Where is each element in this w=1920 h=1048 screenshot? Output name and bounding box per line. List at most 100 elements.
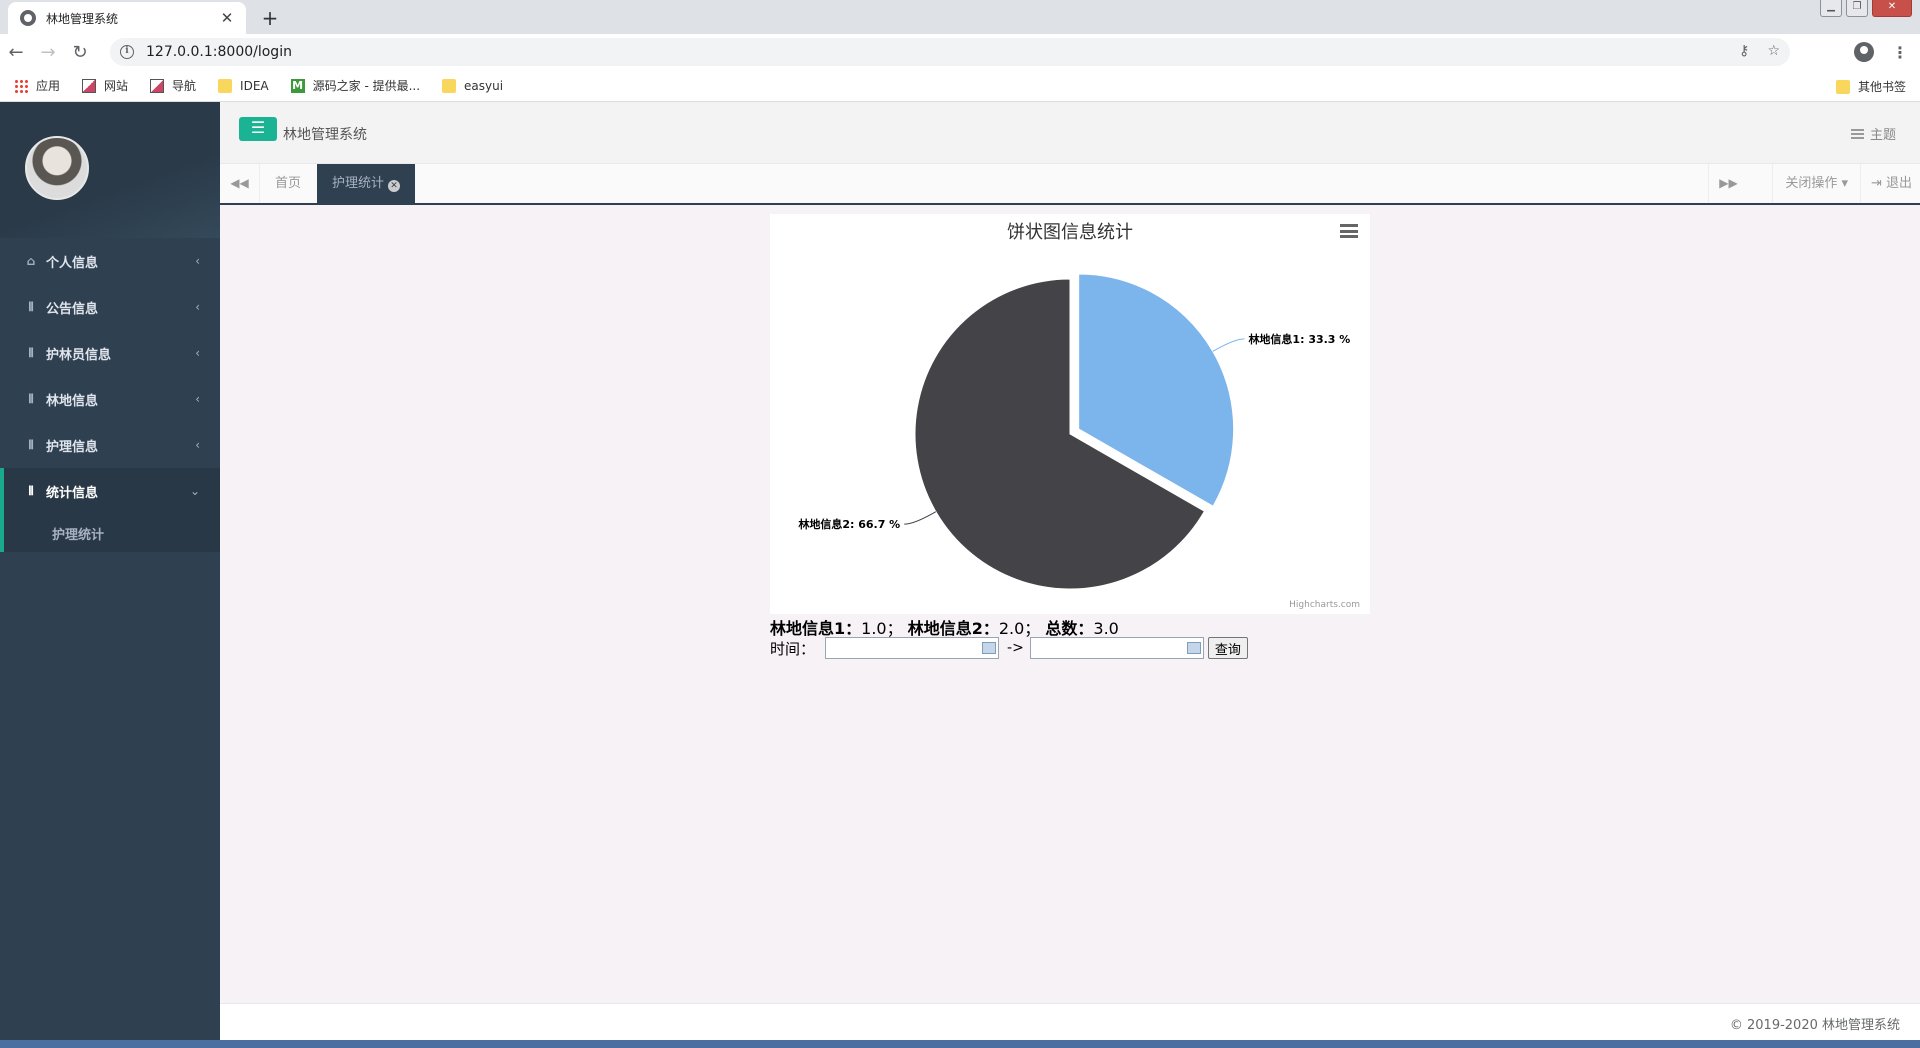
footer: © 2019-2020 林地管理系统 bbox=[220, 1003, 1920, 1040]
bookmark-source-home[interactable]: M 源码之家 - 提供最... bbox=[290, 77, 420, 94]
bookmark-label: 网站 bbox=[104, 79, 129, 93]
chevron-left-icon: ‹ bbox=[195, 392, 200, 406]
globe-icon bbox=[20, 10, 36, 26]
cutlery-icon: ⫴ bbox=[28, 483, 34, 498]
cutlery-icon: ⫴ bbox=[28, 345, 34, 360]
minimize-icon[interactable]: ▁ bbox=[1820, 0, 1842, 17]
browser-toolbar: ← → ↻ i 127.0.0.1:8000/login ⚷ ☆ ⋮ bbox=[0, 34, 1920, 70]
sidebar-item-notices[interactable]: ⫴ 公告信息 ‹ bbox=[0, 284, 220, 330]
avatar[interactable] bbox=[25, 136, 89, 200]
reload-icon[interactable]: ↻ bbox=[64, 42, 96, 63]
sidebar-item-statistics[interactable]: ⫴ 统计信息 ⌄ bbox=[4, 468, 220, 514]
star-icon[interactable]: ☆ bbox=[1767, 43, 1780, 59]
address-bar[interactable]: i 127.0.0.1:8000/login ⚷ ☆ bbox=[110, 38, 1790, 66]
tabs-scroll-left-button[interactable]: ◀◀ bbox=[220, 164, 260, 203]
item1-label: 林地信息1： bbox=[770, 619, 862, 638]
sidebar-item-label: 护理信息 bbox=[46, 439, 99, 455]
tab-home[interactable]: 首页 bbox=[260, 164, 316, 203]
browser-tab[interactable]: 林地管理系统 ✕ bbox=[8, 2, 246, 34]
sidebar-item-label: 统计信息 bbox=[46, 485, 99, 501]
sidebar-item-forest-land[interactable]: ⫴ 林地信息 ‹ bbox=[0, 376, 220, 422]
end-date-input[interactable] bbox=[1029, 637, 1204, 659]
restore-icon[interactable]: ❐ bbox=[1846, 0, 1868, 17]
copyright-text: © 2019-2020 林地管理系统 bbox=[1729, 1018, 1900, 1033]
pie-data-label-2: 林地信息2: 66.7 % bbox=[798, 517, 900, 531]
close-tab-icon[interactable]: ✕ bbox=[218, 9, 236, 27]
chevron-left-icon: ‹ bbox=[195, 254, 200, 268]
stats-summary: 林地信息1：1.0； 林地信息2：2.0； 总数：3.0 bbox=[770, 615, 1119, 639]
total-label: 总数： bbox=[1045, 619, 1094, 638]
chart-export-menu-icon[interactable] bbox=[1340, 224, 1358, 238]
tabs-scroll-right-button[interactable]: ▶▶ bbox=[1708, 164, 1748, 203]
profile-icon[interactable] bbox=[1854, 42, 1874, 62]
page-tabs-bar: ◀◀ 首页 护理统计 ✕ ▶▶ 关闭操作 ▾ ⇥ 退出 bbox=[220, 164, 1920, 205]
bookmark-website[interactable]: 网站 bbox=[82, 77, 128, 94]
top-header: ☰ 林地管理系统 主题 bbox=[220, 102, 1920, 164]
logout-button[interactable]: ⇥ 退出 bbox=[1859, 164, 1920, 203]
chevron-left-icon: ‹ bbox=[195, 300, 200, 314]
chart-title: 饼状图信息统计 bbox=[1007, 222, 1133, 243]
start-date-input[interactable] bbox=[825, 637, 1000, 659]
cutlery-icon: ⫴ bbox=[28, 299, 34, 314]
theme-button[interactable]: 主题 bbox=[1850, 124, 1896, 143]
window-close-icon[interactable]: ✕ bbox=[1872, 0, 1912, 17]
other-bookmarks-label: 其他书签 bbox=[1857, 80, 1906, 94]
os-taskbar bbox=[0, 1040, 1920, 1048]
chevron-left-icon: ‹ bbox=[195, 438, 200, 452]
pie-connector-2 bbox=[904, 511, 937, 525]
logout-label: 退出 bbox=[1885, 176, 1912, 191]
m-icon: M bbox=[290, 78, 305, 93]
apps-icon bbox=[14, 78, 28, 93]
sidebar-item-personal-info[interactable]: ⌂ 个人信息 ‹ bbox=[0, 238, 220, 284]
forward-icon[interactable]: → bbox=[32, 42, 64, 63]
sidebar-item-label: 林地信息 bbox=[46, 393, 99, 409]
theme-icon bbox=[1850, 128, 1864, 139]
cutlery-icon: ⫴ bbox=[28, 391, 34, 406]
caret-down-icon: ▾ bbox=[1837, 176, 1848, 191]
other-bookmarks[interactable]: 其他书签 bbox=[1835, 78, 1906, 95]
pie-chart: 饼状图信息统计 林地信息1: 33.3 % 林地信息2: 66.7 % Highc… bbox=[798, 222, 1360, 610]
close-operations-dropdown[interactable]: 关闭操作 ▾ bbox=[1772, 164, 1860, 203]
new-tab-button[interactable]: + bbox=[258, 6, 282, 30]
close-tab-icon[interactable]: ✕ bbox=[388, 180, 401, 192]
bookmark-apps[interactable]: 应用 bbox=[14, 77, 60, 94]
image-icon bbox=[82, 78, 97, 93]
profile-block bbox=[0, 102, 220, 238]
sidebar-subitem-care-stats[interactable]: 护理统计 bbox=[4, 514, 220, 552]
info-icon[interactable]: i bbox=[120, 45, 134, 59]
window-controls: ▁ ❐ ✕ bbox=[1820, 0, 1912, 17]
bookmark-idea[interactable]: IDEA bbox=[218, 78, 269, 93]
time-label: 时间： bbox=[770, 639, 816, 658]
main-content: 饼状图信息统计 林地信息1: 33.3 % 林地信息2: 66.7 % Highc… bbox=[220, 205, 1920, 1003]
chevron-left-icon: ‹ bbox=[195, 346, 200, 360]
time-query-row: 时间： -> 查询 bbox=[770, 637, 1248, 659]
tab-care-stats[interactable]: 护理统计 ✕ bbox=[317, 164, 416, 203]
logout-icon: ⇥ bbox=[1870, 176, 1886, 191]
menu-toggle-button[interactable]: ☰ bbox=[239, 117, 277, 141]
theme-label: 主题 bbox=[1869, 128, 1896, 143]
calendar-icon[interactable] bbox=[982, 642, 997, 654]
folder-icon bbox=[218, 78, 233, 93]
home-icon: ⌂ bbox=[26, 254, 36, 268]
sidebar-subitem-label: 护理统计 bbox=[52, 527, 105, 543]
bookmark-label: easyui bbox=[464, 78, 504, 93]
bookmark-label: 应用 bbox=[36, 79, 61, 93]
url-text[interactable]: 127.0.0.1:8000/login bbox=[146, 44, 292, 60]
key-icon[interactable]: ⚷ bbox=[1739, 43, 1749, 59]
more-menu-icon[interactable]: ⋮ bbox=[1892, 43, 1908, 62]
bookmark-nav[interactable]: 导航 bbox=[150, 77, 196, 94]
browser-tab-title: 林地管理系统 bbox=[46, 11, 119, 26]
back-icon[interactable]: ← bbox=[0, 42, 32, 63]
query-button[interactable]: 查询 bbox=[1207, 637, 1248, 659]
item1-value: 1.0； bbox=[861, 619, 903, 638]
bookmark-label: IDEA bbox=[240, 78, 269, 93]
item2-value: 2.0； bbox=[998, 619, 1041, 638]
sidebar-item-rangers[interactable]: ⫴ 护林员信息 ‹ bbox=[0, 330, 220, 376]
item2-label: 林地信息2： bbox=[907, 619, 999, 638]
chevron-down-icon: ⌄ bbox=[189, 484, 200, 498]
sidebar-item-care[interactable]: ⫴ 护理信息 ‹ bbox=[0, 422, 220, 468]
chart-credits[interactable]: Highcharts.com bbox=[1289, 600, 1360, 610]
bookmark-easyui[interactable]: easyui bbox=[442, 78, 504, 93]
folder-icon bbox=[442, 78, 457, 93]
calendar-icon[interactable] bbox=[1186, 642, 1201, 654]
